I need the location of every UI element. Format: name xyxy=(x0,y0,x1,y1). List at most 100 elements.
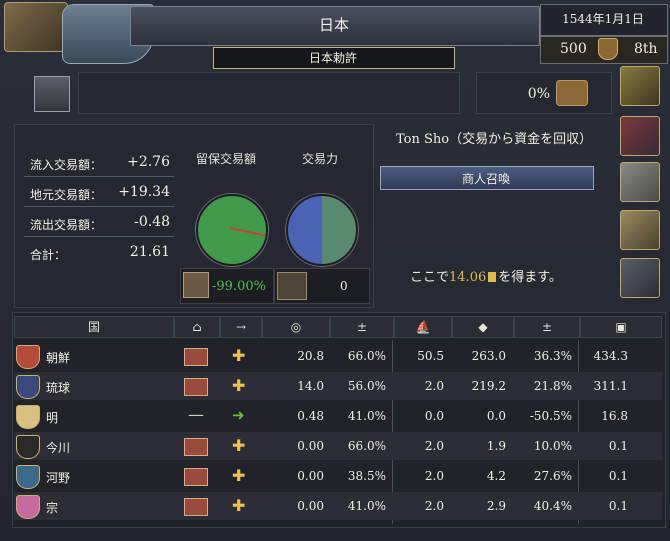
cell-v5: 40.4% xyxy=(533,499,572,513)
cell-v4: 219.2 xyxy=(471,379,506,393)
ship-icon xyxy=(277,272,307,300)
cell-v5: 36.3% xyxy=(533,349,572,363)
trade-post-icon[interactable] xyxy=(184,438,208,456)
cell-v1: 20.8 xyxy=(297,349,324,363)
cell-v4: 2.9 xyxy=(486,499,506,513)
incoming-value: +2.76 xyxy=(127,154,170,170)
score-value: 500 xyxy=(560,41,587,57)
cell-v5: 21.8% xyxy=(533,379,572,393)
cell-v6: 0.1 xyxy=(608,469,628,483)
ships-value: 0 xyxy=(340,279,348,293)
trade-emblem-icon xyxy=(4,2,68,52)
window-title: 日本 xyxy=(318,16,349,34)
trade-post-icon[interactable] xyxy=(184,498,208,516)
trade-post-icon[interactable] xyxy=(184,378,208,396)
percent-value: 0% xyxy=(527,86,550,102)
cell-v6: 311.1 xyxy=(593,379,628,393)
merchants-icon[interactable] xyxy=(620,116,660,156)
country-name: 宗 xyxy=(46,501,59,515)
country-flag-icon[interactable] xyxy=(16,495,40,519)
cell-v2: 66.0% xyxy=(347,439,386,453)
country-name: 今川 xyxy=(46,441,71,455)
cell-v6: 0.1 xyxy=(608,499,628,513)
cell-v3: 2.0 xyxy=(424,499,444,513)
trade-post-icon[interactable] xyxy=(184,348,208,366)
gain-prefix: ここで xyxy=(410,270,450,285)
rank-value: 8th xyxy=(634,41,658,57)
building-icon[interactable] xyxy=(620,162,660,202)
add-icon[interactable]: ✚ xyxy=(232,466,245,485)
compass-icon[interactable] xyxy=(620,258,660,298)
country-flag-icon[interactable] xyxy=(16,405,40,429)
cell-v1: 14.0 xyxy=(297,379,324,393)
trade-power-label: 交易力 xyxy=(302,152,339,166)
cell-v6: 0.1 xyxy=(608,439,628,453)
header-country[interactable]: 国 xyxy=(14,316,174,338)
skull-icon xyxy=(183,272,209,298)
incoming-label: 流入交易額： xyxy=(30,158,103,172)
header-coins-icon[interactable]: ◎ xyxy=(262,316,330,338)
country-name: 朝鮮 xyxy=(46,351,71,365)
country-name: 明 xyxy=(46,411,59,425)
cell-v5: 27.6% xyxy=(533,469,572,483)
cell-v1: 0.48 xyxy=(297,409,324,423)
trade-goods-icon[interactable] xyxy=(620,66,660,106)
country-flag-icon[interactable] xyxy=(16,345,40,369)
cell-v2: 41.0% xyxy=(347,409,386,423)
total-value: 21.61 xyxy=(129,244,170,260)
city-icon[interactable] xyxy=(620,210,660,250)
cell-v1: 0.00 xyxy=(297,439,324,453)
country-flag-icon[interactable] xyxy=(16,375,40,399)
add-icon[interactable]: ✚ xyxy=(232,376,245,395)
outgoing-value: -0.48 xyxy=(134,214,170,230)
cell-v4: 4.2 xyxy=(486,469,506,483)
node-description: Ton Sho（交易から資金を回収） xyxy=(396,132,593,147)
header-total-icon[interactable]: ▣ xyxy=(580,316,662,338)
trade-power-pie-chart xyxy=(286,194,358,266)
cell-v3: 50.5 xyxy=(417,349,444,363)
retained-label: 留保交易額 xyxy=(196,152,257,166)
country-name: 琉球 xyxy=(46,381,71,395)
cell-v2: 38.5% xyxy=(347,469,386,483)
add-icon[interactable]: ✚ xyxy=(232,436,245,455)
country-flag-icon[interactable] xyxy=(16,465,40,489)
header-ship-ratio-icon[interactable]: ⛵ xyxy=(394,316,452,338)
divider xyxy=(24,236,174,237)
add-icon[interactable]: ✚ xyxy=(232,496,245,515)
cell-v2: 66.0% xyxy=(347,349,386,363)
steer-arrow-icon[interactable]: ➜ xyxy=(232,406,245,424)
country-flag-icon[interactable] xyxy=(16,435,40,459)
local-value: +19.34 xyxy=(118,184,170,200)
info-panel xyxy=(78,72,460,114)
gain-text: ここで14.06 を得ます。 xyxy=(410,266,562,285)
header-plusminus-icon[interactable]: ± xyxy=(330,316,394,338)
divider xyxy=(24,176,174,177)
cell-v6: 434.3 xyxy=(593,349,628,363)
back-button[interactable] xyxy=(34,76,70,112)
cell-v3: 2.0 xyxy=(424,469,444,483)
trade-cart-icon[interactable] xyxy=(556,80,588,106)
current-date: 1544年1月1日 xyxy=(562,12,644,26)
summon-merchant-label: 商人召喚 xyxy=(461,172,510,186)
cell-v1: 0.00 xyxy=(297,499,324,513)
header-power-icon[interactable]: ◆ xyxy=(452,316,514,338)
divider xyxy=(24,206,174,207)
header-arrow-icon[interactable]: → xyxy=(220,316,262,338)
cell-v6: 16.8 xyxy=(601,409,628,423)
cell-v5: -50.5% xyxy=(529,409,572,423)
header-home-icon[interactable]: ⌂ xyxy=(174,316,220,338)
trade-post-icon[interactable] xyxy=(184,468,208,486)
header-change-icon[interactable]: ± xyxy=(514,316,580,338)
cell-v3: 2.0 xyxy=(424,439,444,453)
minus-icon[interactable]: — xyxy=(188,405,204,424)
cell-v2: 41.0% xyxy=(347,499,386,513)
node-name: 日本勅許 xyxy=(308,51,357,65)
country-name: 河野 xyxy=(46,471,71,485)
cell-v4: 1.9 xyxy=(486,439,506,453)
outgoing-label: 流出交易額： xyxy=(30,218,103,232)
cell-v3: 2.0 xyxy=(424,379,444,393)
retained-pie-chart xyxy=(196,194,268,266)
add-icon[interactable]: ✚ xyxy=(232,346,245,365)
pirate-percent: -99.00% xyxy=(212,279,266,294)
local-label: 地元交易額： xyxy=(30,188,103,202)
